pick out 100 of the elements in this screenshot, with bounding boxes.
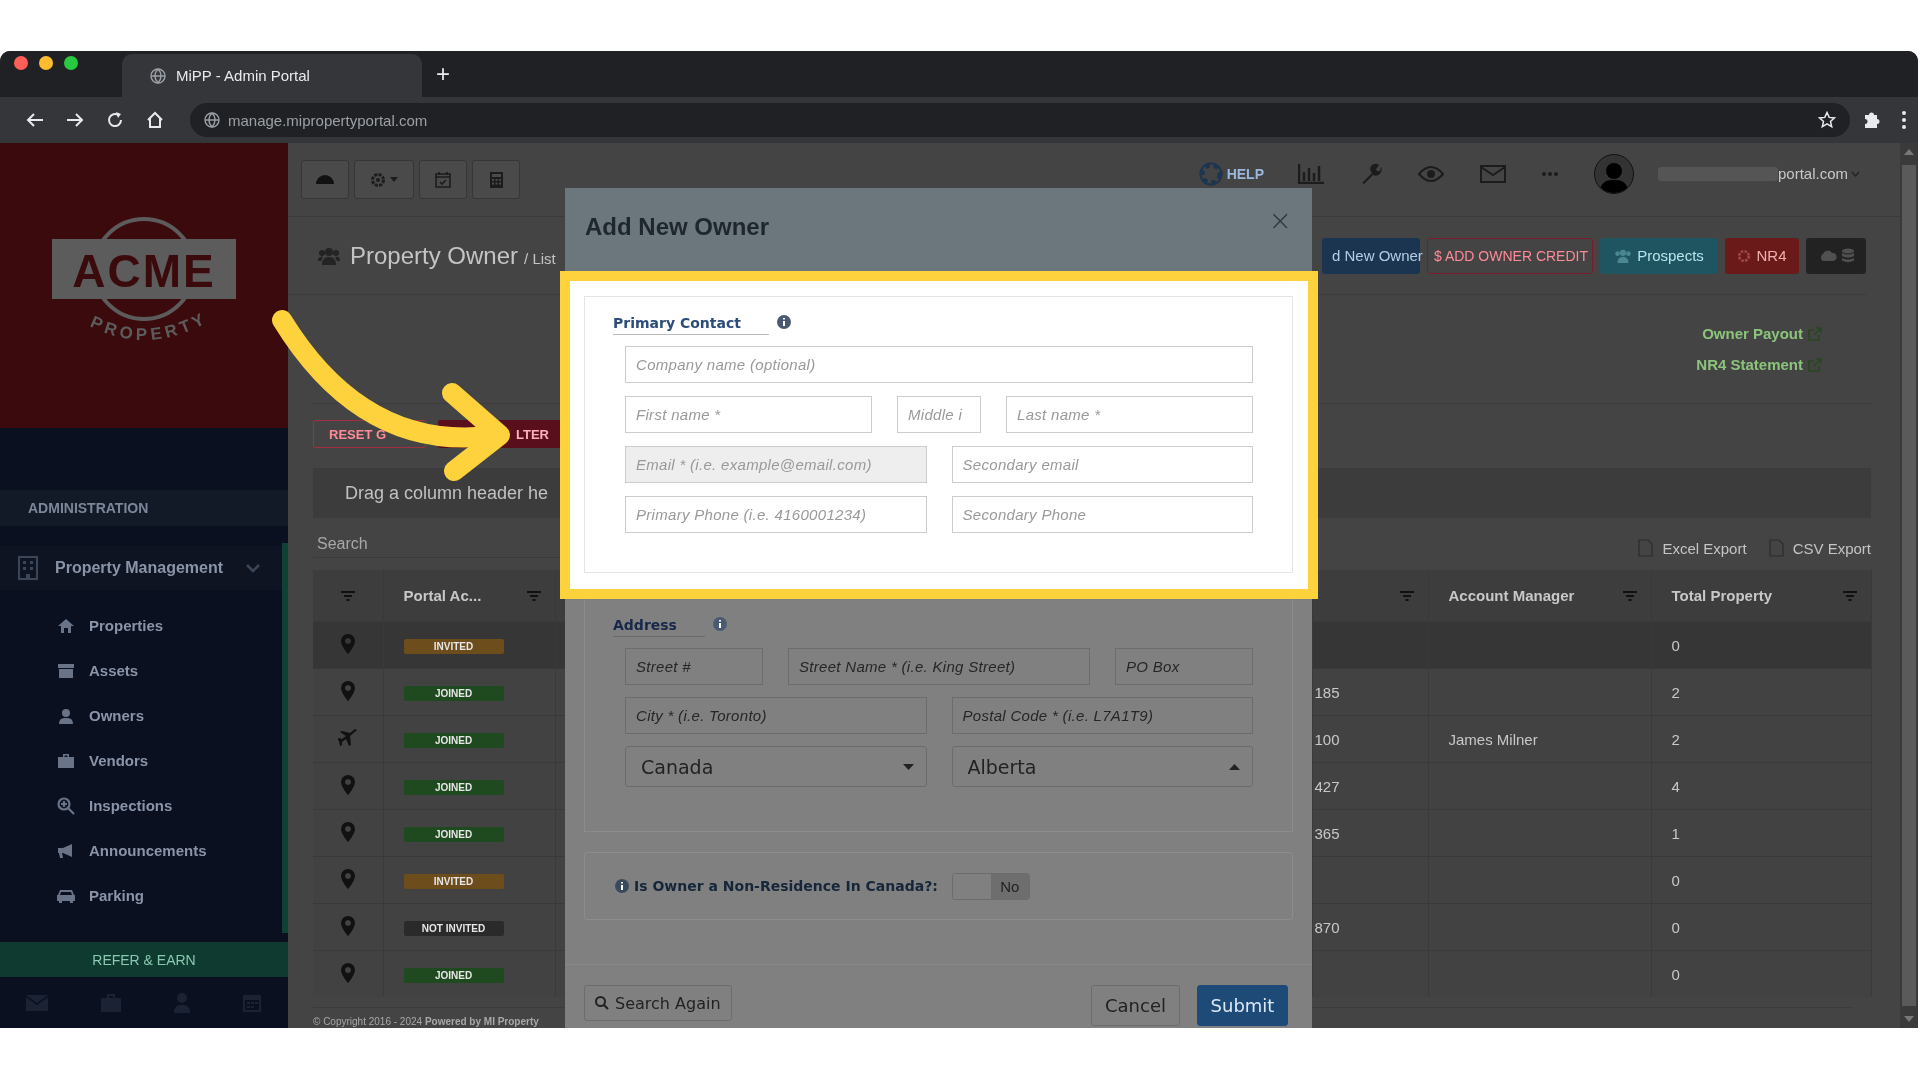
calculator-icon xyxy=(488,170,504,189)
export-link[interactable]: CSV Export xyxy=(1768,539,1871,557)
map-pin-icon xyxy=(340,633,355,654)
scroll-up-icon[interactable] xyxy=(1904,149,1914,155)
scrollbar-thumb[interactable] xyxy=(1902,165,1916,1006)
text-field[interactable]: City * (i.e. Toronto) xyxy=(625,697,927,734)
sidebar-item[interactable]: Owners xyxy=(0,693,282,738)
cancel-button[interactable]: Cancel xyxy=(1091,985,1180,1026)
external-link[interactable]: NR4 Statement xyxy=(1696,356,1822,373)
company-logo: ACME PROPERTY xyxy=(44,210,244,361)
cloud-upload-icon xyxy=(1818,249,1837,262)
new-tab-button[interactable]: + xyxy=(436,59,450,90)
submit-button[interactable]: Submit xyxy=(1197,985,1288,1026)
external-link-icon xyxy=(1808,357,1822,372)
status-badge: INVITED xyxy=(403,874,504,889)
prospects-button[interactable]: Prospects xyxy=(1600,237,1718,274)
text-field[interactable]: Street # xyxy=(625,648,763,685)
sidebar-item[interactable]: Assets xyxy=(0,648,282,693)
address-bar[interactable]: manage.mipropertyportal.com xyxy=(190,103,1850,138)
table-cell: 1 xyxy=(1671,824,1680,842)
browser-tab[interactable]: MiPP - Admin Portal xyxy=(122,54,422,98)
map-pin-icon xyxy=(340,962,355,983)
bar-chart-icon[interactable] xyxy=(1297,163,1324,184)
filter-icon xyxy=(340,590,355,601)
refer-and-earn-button[interactable]: REFER & EARN xyxy=(0,942,288,977)
menu-group[interactable]: Property Management xyxy=(0,546,282,590)
text-field[interactable]: Street Name * (i.e. King Street) xyxy=(788,648,1090,685)
external-link-icon xyxy=(1808,326,1822,341)
table-cell: 100 xyxy=(1314,730,1340,748)
nr4-button[interactable]: NR4 xyxy=(1725,237,1799,274)
maximize-window-button[interactable] xyxy=(64,55,78,70)
copyright-text: © Copyright 2016 - 2024 Powered by MI Property xyxy=(313,1016,539,1028)
map-pin-icon xyxy=(340,915,355,936)
more-icon[interactable] xyxy=(1541,171,1558,176)
eye-icon[interactable] xyxy=(1417,165,1444,182)
column-header[interactable] xyxy=(1312,570,1428,622)
scroll-down-icon[interactable] xyxy=(1904,1016,1914,1022)
filter-icon xyxy=(1622,590,1637,601)
sidebar-item[interactable]: Properties xyxy=(0,603,282,648)
settings-icon xyxy=(1737,248,1752,263)
sidebar-item[interactable]: Vendors xyxy=(0,738,282,783)
help-link[interactable]: HELP xyxy=(1198,161,1264,186)
search-icon xyxy=(595,996,609,1010)
status-badge: NOT INVITED xyxy=(403,921,504,936)
chevron-down-icon xyxy=(246,563,260,573)
bookmark-star-icon[interactable] xyxy=(1818,111,1836,130)
megaphone-icon xyxy=(57,842,75,859)
dropdown[interactable]: Canada xyxy=(625,746,927,787)
forward-icon[interactable] xyxy=(66,112,84,129)
info-icon xyxy=(776,315,791,329)
user-menu[interactable]: portal.com xyxy=(1777,165,1860,182)
sidebar-item[interactable]: Announcements xyxy=(0,828,282,873)
section-legend: Address xyxy=(613,611,705,637)
status-badge: JOINED xyxy=(403,827,504,842)
column-header[interactable]: Account Manager xyxy=(1428,570,1651,622)
reload-icon[interactable] xyxy=(106,111,124,130)
settings-icon xyxy=(370,171,386,188)
zoom-in-icon xyxy=(57,796,75,815)
breadcrumb: / List xyxy=(524,250,556,267)
file-icon xyxy=(1768,539,1785,557)
column-header[interactable]: Total Property xyxy=(1651,570,1871,622)
toggle-switch[interactable]: No xyxy=(951,872,1030,900)
table-cell: 0 xyxy=(1671,636,1680,654)
add-credit-button[interactable]: $ ADD OWNER CREDIT xyxy=(1427,237,1593,274)
column-header[interactable]: Portal Ac... xyxy=(383,570,555,622)
mail-icon[interactable] xyxy=(1479,164,1506,183)
briefcase-icon xyxy=(57,752,75,769)
map-pin-icon xyxy=(340,680,355,701)
calculator-button[interactable] xyxy=(472,160,520,199)
cloud-database-button[interactable] xyxy=(1806,237,1866,274)
section-legend: Primary Contact xyxy=(613,309,769,335)
globe-icon xyxy=(204,112,220,129)
export-link[interactable]: Excel Export xyxy=(1638,539,1747,557)
minimize-window-button[interactable] xyxy=(39,55,53,70)
back-icon[interactable] xyxy=(26,112,44,129)
dashboard-button[interactable] xyxy=(301,160,349,199)
table-cell: James Milner xyxy=(1448,730,1538,748)
home-icon[interactable] xyxy=(146,111,164,130)
status-badge: JOINED xyxy=(403,733,504,748)
text-field[interactable]: PO Box xyxy=(1115,648,1253,685)
table-cell: 365 xyxy=(1314,824,1340,842)
sidebar-item[interactable]: Inspections xyxy=(0,783,282,828)
dialog-title: Add New Owner xyxy=(585,212,770,241)
status-badge: JOINED xyxy=(403,686,504,701)
close-window-button[interactable] xyxy=(14,55,28,70)
sidebar-item[interactable]: Parking xyxy=(0,873,282,918)
external-link[interactable]: Owner Payout xyxy=(1702,325,1822,342)
status-badge: JOINED xyxy=(403,780,504,795)
settings-button[interactable] xyxy=(354,160,414,199)
calendar-button[interactable] xyxy=(419,160,467,199)
filter-icon xyxy=(1842,590,1857,601)
puzzle-icon[interactable] xyxy=(1862,110,1882,131)
dropdown[interactable]: Alberta xyxy=(951,746,1253,787)
info-icon xyxy=(615,879,629,893)
table-cell: 0 xyxy=(1671,965,1680,983)
reset-grid-button[interactable]: RESET G xyxy=(313,420,426,448)
search-again-button[interactable]: Search Again xyxy=(584,985,732,1021)
table-cell: 0 xyxy=(1671,918,1680,936)
text-field[interactable]: Postal Code * (i.e. L7A1T9) xyxy=(951,697,1253,734)
kebab-menu-icon[interactable] xyxy=(1902,111,1906,130)
